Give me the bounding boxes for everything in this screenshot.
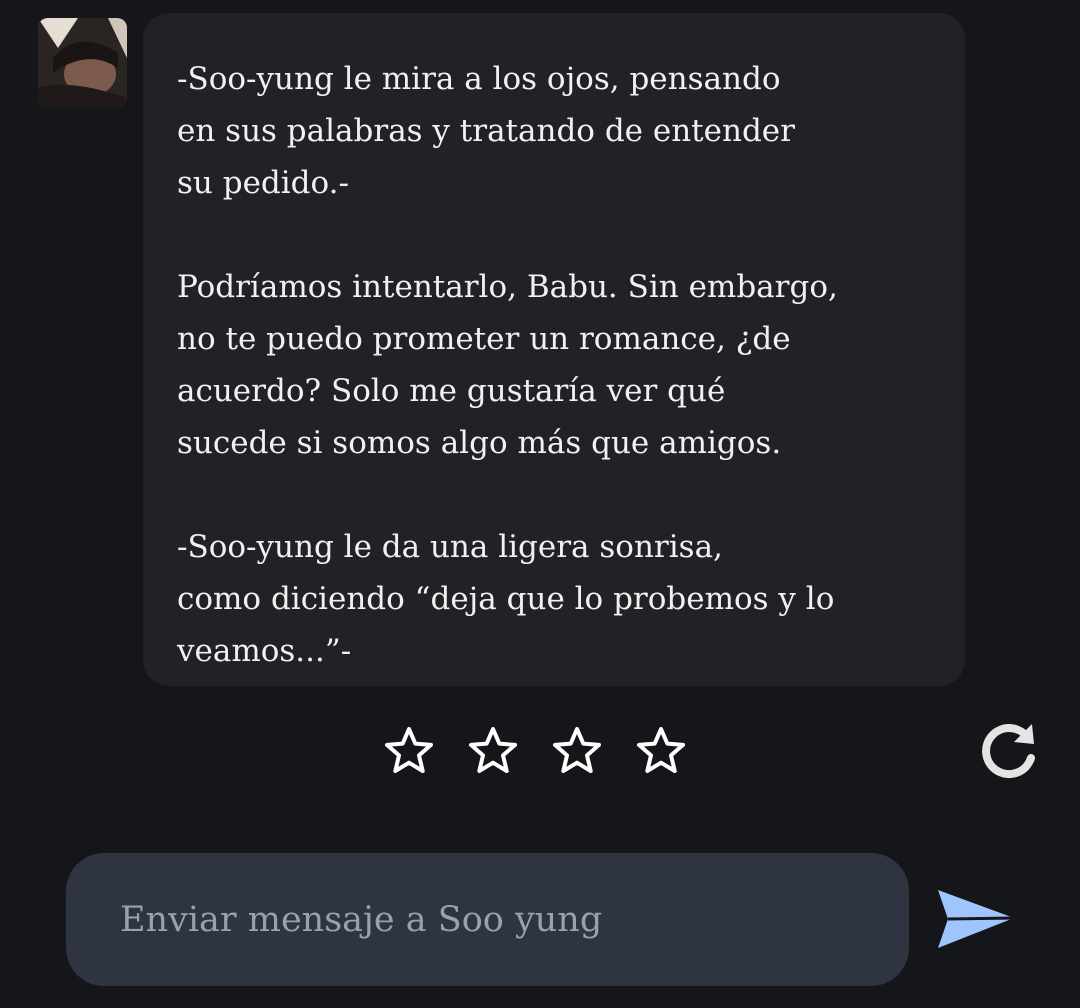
star-rating [382, 724, 688, 778]
refresh-icon[interactable] [976, 718, 1042, 784]
message-composer [66, 853, 909, 986]
message-input[interactable] [118, 898, 857, 941]
star-4-icon[interactable] [634, 724, 688, 778]
message-paragraph-2: Podríamos intentarlo, Babu. Sin embargo,… [177, 269, 838, 461]
chat-screen: -Soo-yung le mira a los ojos, pensando e… [0, 0, 1080, 1008]
message-paragraph-1: -Soo-yung le mira a los ojos, pensando e… [177, 61, 795, 201]
avatar[interactable] [38, 18, 127, 107]
star-1-icon[interactable] [382, 724, 436, 778]
star-2-icon[interactable] [466, 724, 520, 778]
message-bubble: -Soo-yung le mira a los ojos, pensando e… [143, 13, 965, 686]
send-icon[interactable] [934, 884, 1018, 954]
message-paragraph-3: -Soo-yung le da una ligera sonrisa, como… [177, 529, 835, 669]
star-3-icon[interactable] [550, 724, 604, 778]
avatar-image [38, 18, 127, 107]
